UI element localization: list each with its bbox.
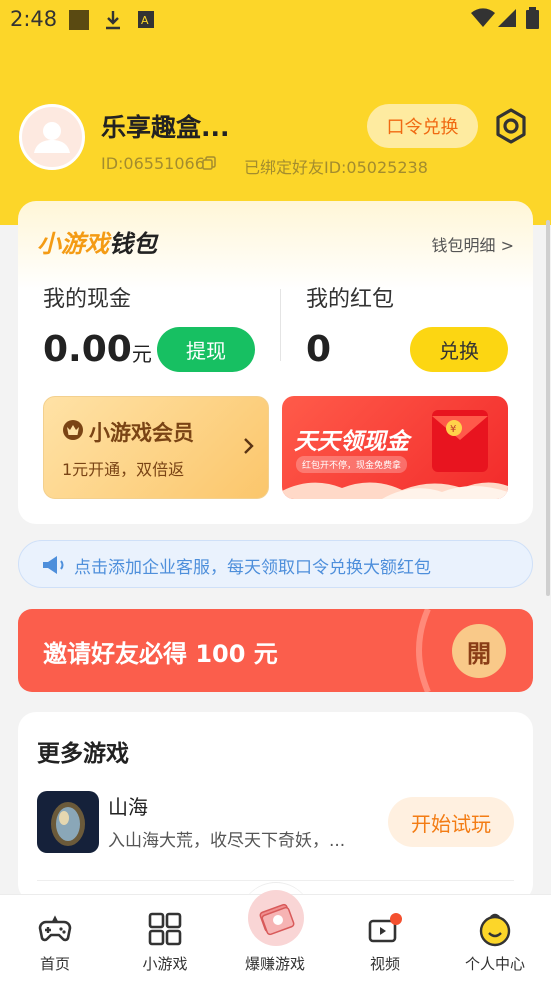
chevron-right-icon (244, 438, 254, 454)
avatar[interactable] (19, 104, 85, 170)
grid-icon (148, 912, 182, 946)
video-icon (368, 913, 402, 943)
tab-video-label: 视频 (369, 955, 400, 973)
daily-cash-title: 天天领现金 (294, 429, 409, 455)
tab-home-label: 首页 (39, 955, 70, 973)
game-icon[interactable] (37, 791, 99, 853)
avatar-placeholder-icon (34, 122, 70, 153)
cash-unit: 元 (131, 342, 152, 366)
divider (280, 289, 281, 361)
wallet-detail-link[interactable]: 钱包明细 > (432, 232, 515, 256)
money-icon (259, 903, 295, 936)
more-games-title: 更多游戏 (37, 741, 129, 767)
cash-amount-value: 0.00 (43, 329, 132, 370)
signal-icon (498, 9, 516, 27)
withdraw-button[interactable]: 提现 (157, 327, 255, 372)
wallet-title-part2: 钱包 (109, 230, 157, 258)
game-description: 入山海大荒，收尽天下奇妖，... (108, 831, 346, 851)
gamepad-icon (38, 915, 72, 942)
member-subtitle: 1元开通，双倍返 (62, 460, 185, 479)
exchange-button[interactable]: 兑换 (410, 327, 508, 372)
tab-video[interactable]: 视频 (330, 895, 440, 981)
tab-earn-games-label: 爆赚游戏 (244, 955, 305, 973)
notice-text: 点击添加企业客服，每天领取口令兑换大额红包 (74, 558, 431, 578)
notification-square-icon (69, 10, 89, 30)
download-icon (106, 11, 120, 30)
invite-banner[interactable]: 邀请好友必得 100 元 開 (18, 609, 533, 692)
redpack-label: 我的红包 (306, 287, 395, 312)
tab-profile[interactable]: 个人中心 (440, 895, 550, 981)
bound-friend-id: 已绑定好友ID:05025238 (244, 158, 428, 177)
code-redeem-button[interactable]: 口令兑换 (367, 104, 478, 148)
nickname: 乐享趣盒... (101, 113, 230, 142)
crown-badge-icon (63, 420, 83, 440)
start-trial-button[interactable]: 开始试玩 (388, 797, 514, 847)
tab-home[interactable]: 首页 (0, 895, 110, 981)
settings-gear-icon[interactable] (492, 107, 530, 145)
wallet-card: 小游戏钱包 钱包明细 > 我的现金 0.00元 提现 我的红包 0 兑换 小游戏… (18, 201, 533, 524)
scrollbar[interactable] (546, 220, 550, 596)
svg-text:¥: ¥ (450, 424, 456, 435)
wallet-title: 小游戏钱包 (37, 224, 157, 259)
user-id: ID:06551066 (101, 154, 205, 173)
invite-open-button[interactable]: 開 (452, 624, 506, 678)
tab-earn-games-icon[interactable] (248, 890, 304, 946)
invite-text: 邀请好友必得 100 元 (43, 640, 278, 668)
wifi-icon (471, 8, 495, 27)
tab-mini-games[interactable]: 小游戏 (110, 895, 220, 981)
status-bar: 2:48 A (0, 0, 551, 38)
svg-text:A: A (141, 14, 149, 27)
status-time: 2:48 (10, 7, 58, 31)
megaphone-icon (43, 556, 64, 574)
daily-cash-subtitle: 红包开不停，现金免费拿 (296, 456, 408, 473)
member-card[interactable]: 小游戏会员 1元开通，双倍返 (43, 396, 269, 499)
customer-service-notice[interactable]: 点击添加企业客服，每天领取口令兑换大额红包 (18, 540, 533, 588)
divider (37, 880, 514, 881)
redpack-amount: 0 (306, 329, 332, 370)
tab-profile-label: 个人中心 (464, 955, 525, 973)
cash-amount: 0.00元 (43, 329, 152, 370)
copy-icon[interactable] (202, 156, 216, 170)
battery-icon (526, 7, 539, 29)
tab-mini-games-label: 小游戏 (142, 955, 188, 973)
more-games-section: 更多游戏 山海 入山海大荒，收尽天下奇妖，... 开始试玩 (18, 712, 533, 902)
smile-icon (479, 913, 511, 947)
game-egg-icon (37, 791, 99, 853)
font-a-icon: A (138, 11, 154, 28)
wallet-title-part1: 小游戏 (37, 230, 109, 258)
cash-label: 我的现金 (43, 287, 132, 312)
game-name: 山海 (108, 795, 148, 819)
daily-cash-card[interactable]: ¥ 天天领现金 红包开不停，现金免费拿 (282, 396, 508, 499)
member-title: 小游戏会员 (89, 421, 194, 445)
